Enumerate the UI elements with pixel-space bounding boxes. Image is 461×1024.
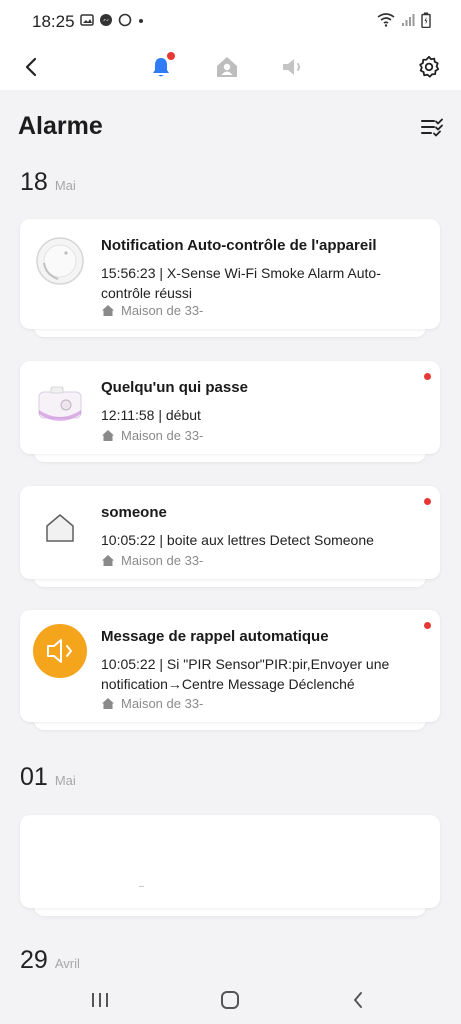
wifi-icon — [377, 13, 395, 27]
notification-card[interactable]: Notification Auto-contrôle de l'appareil… — [20, 219, 440, 337]
tab-alarm[interactable] — [144, 50, 178, 84]
filter-button[interactable] — [419, 115, 445, 139]
card-body: 15:56:23 | X-Sense Wi-Fi Smoke Alarm Aut… — [101, 265, 381, 301]
date-month: Mai — [54, 178, 76, 193]
notification-card[interactable]: Message de rappel automatique 10:05:22 |… — [20, 610, 440, 730]
card-title: Message de rappel automatique — [101, 628, 329, 645]
tab-notice[interactable] — [276, 50, 310, 84]
chevron-left-icon — [25, 57, 37, 77]
speaker-icon — [283, 59, 300, 75]
list-check-icon — [421, 118, 443, 137]
card-body: 10:05:22 | boite aux lettres Detect Some… — [101, 532, 374, 548]
gallery-icon — [80, 14, 94, 26]
gear-icon — [419, 55, 440, 78]
date-month: Avril — [54, 956, 80, 971]
date-header: 29 Avril — [20, 946, 80, 975]
loading-placeholder — [139, 886, 144, 887]
status-time: 18:25 — [32, 12, 75, 31]
notification-dot-icon — [139, 19, 143, 23]
home-icon — [102, 698, 114, 709]
card-location: Maison de 33- — [101, 553, 203, 568]
reminder-thumbnail — [32, 623, 88, 679]
home-icon — [102, 430, 114, 441]
card-body: 10:05:22 | Si "PIR Sensor"PIR:pir,Envoye… — [101, 656, 390, 692]
smoke-alarm-icon — [36, 237, 84, 285]
signal-icon — [402, 14, 415, 26]
home-person-icon — [217, 57, 237, 77]
date-header: 18 Mai — [20, 168, 76, 197]
date-day: 01 — [20, 763, 48, 791]
unread-indicator — [424, 498, 431, 505]
house-icon — [46, 514, 74, 542]
settings-button[interactable] — [412, 50, 446, 84]
top-nav — [0, 44, 461, 90]
battery-icon — [421, 12, 431, 28]
date-month: Mai — [54, 773, 76, 788]
doorbell-camera-icon — [38, 386, 82, 421]
house-thumbnail — [32, 500, 88, 556]
card-title: Notification Auto-contrôle de l'appareil — [101, 237, 377, 254]
system-nav-bar — [0, 976, 461, 1024]
home-button[interactable] — [215, 988, 245, 1012]
recent-apps-button[interactable] — [85, 988, 115, 1012]
speaker-icon — [33, 624, 87, 678]
recent-apps-icon — [92, 993, 108, 1007]
notification-card[interactable]: Quelqu'un qui passe 12:11:58 | début Mai… — [20, 361, 440, 462]
page-title: Alarme — [18, 112, 103, 140]
card-title: someone — [101, 504, 167, 521]
home-button-icon — [221, 991, 239, 1009]
circle-app-icon — [118, 13, 132, 27]
notification-card[interactable]: someone 10:05:22 | boite aux lettres Det… — [20, 486, 440, 587]
back-nav-button[interactable] — [343, 988, 373, 1012]
status-bar: 18:25 — [0, 0, 461, 44]
card-title: Quelqu'un qui passe — [101, 379, 248, 396]
back-arrow-icon — [354, 992, 362, 1008]
date-header: 01 Mai — [20, 763, 76, 792]
card-location: Maison de 33- — [101, 696, 203, 711]
date-day: 18 — [20, 168, 48, 196]
doorbell-thumbnail — [32, 377, 88, 433]
date-day: 29 — [20, 946, 48, 974]
home-icon — [102, 305, 114, 316]
card-location-text: Maison de 33- — [121, 553, 204, 568]
card-location-text: Maison de 33- — [121, 428, 204, 443]
tab-family[interactable] — [210, 50, 244, 84]
card-location: Maison de 33- — [101, 428, 203, 443]
card-location-text: Maison de 33- — [121, 696, 204, 711]
card-location: Maison de 33- — [101, 303, 203, 318]
card-location-text: Maison de 33- — [121, 303, 204, 318]
home-icon — [102, 555, 114, 566]
notification-card[interactable] — [20, 815, 440, 916]
unread-indicator — [424, 373, 431, 380]
unread-indicator — [424, 622, 431, 629]
page-header: Alarme — [0, 90, 461, 160]
messenger-icon — [100, 14, 112, 26]
back-button[interactable] — [14, 50, 48, 84]
card-body: 12:11:58 | début — [101, 407, 201, 423]
alarm-badge — [167, 52, 175, 60]
smoke-alarm-thumbnail — [32, 233, 88, 289]
